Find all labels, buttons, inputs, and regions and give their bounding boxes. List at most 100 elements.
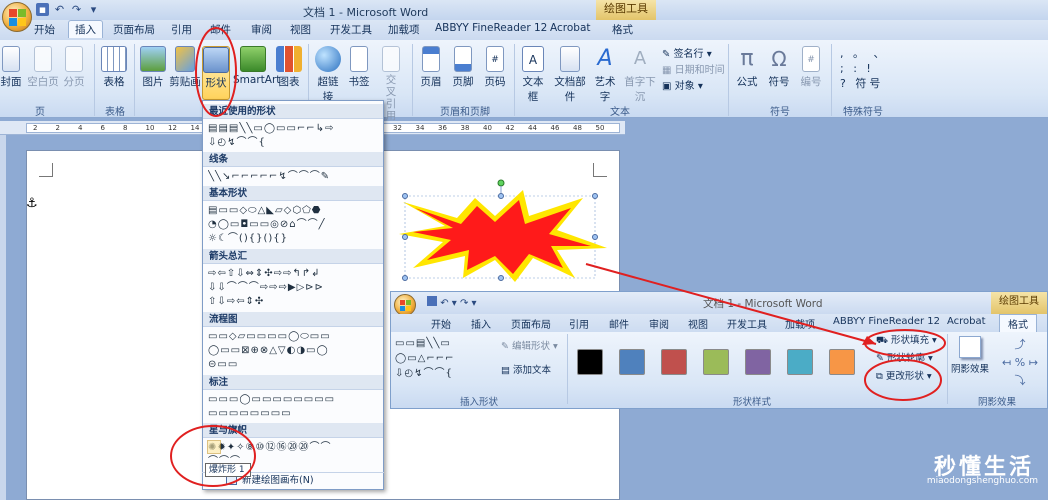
tab-developer[interactable]: 开发工具 bbox=[330, 22, 372, 37]
shape-row[interactable]: ⇩◴↯⌒⌒{ bbox=[208, 136, 380, 149]
shape-row[interactable]: ☼☾⌒(){}(){} bbox=[208, 232, 380, 245]
nudge-up-icon[interactable]: ⤴ bbox=[1015, 338, 1026, 351]
tab-format[interactable]: 格式 bbox=[612, 22, 633, 37]
resize-handle[interactable] bbox=[402, 193, 408, 199]
redo-icon[interactable]: ↷ bbox=[70, 3, 83, 16]
shape-outline-button[interactable]: ✎ 形状轮廓 ▾ bbox=[876, 350, 944, 368]
resize-handle[interactable] bbox=[402, 275, 408, 281]
inset-tab-review[interactable]: 审阅 bbox=[649, 316, 669, 331]
explosion-shape[interactable] bbox=[395, 178, 610, 283]
text-box-button[interactable]: A 文本框 bbox=[518, 46, 548, 104]
shape-fill-button[interactable]: ⛟ 形状填充 ▾ bbox=[876, 332, 944, 350]
add-text-button[interactable]: ▤ 添加文本 bbox=[501, 362, 551, 376]
shape-row[interactable]: ⇩⇩⌒⌒⌒⇨⇨⇨▶▷⊳⊳ bbox=[208, 281, 380, 294]
office-button[interactable] bbox=[2, 2, 32, 32]
shape-style-swatch[interactable] bbox=[577, 349, 603, 375]
undo-icon[interactable]: ↶ bbox=[53, 3, 66, 16]
shape-row[interactable]: ▭▭▭▭▭▭▭▭ bbox=[208, 407, 380, 420]
inset-tab-references[interactable]: 引用 bbox=[569, 316, 589, 331]
drop-cap-button[interactable]: A 首字下沉 bbox=[620, 46, 660, 104]
resize-handle[interactable] bbox=[498, 275, 504, 281]
tab-insert[interactable]: 插入 bbox=[68, 20, 103, 38]
date-time-button[interactable]: ▦ 日期和时间 bbox=[662, 61, 725, 76]
symbol-button[interactable]: Ω 符号 bbox=[765, 46, 793, 89]
shape-row[interactable]: ◯▭▭⊠⊕⊗△▽◐◑▭◯ bbox=[208, 344, 380, 357]
inset-tab-view[interactable]: 视图 bbox=[688, 316, 708, 331]
inset-tab-format[interactable]: 格式 bbox=[999, 314, 1037, 332]
chart-button[interactable]: 图表 bbox=[276, 46, 302, 89]
customize-icon[interactable]: ▾ bbox=[87, 3, 100, 16]
rotation-handle[interactable] bbox=[497, 179, 505, 187]
nudge-down-icon[interactable]: ⤵ bbox=[1015, 374, 1026, 387]
page-number-button[interactable]: # 页码 bbox=[482, 46, 508, 89]
redo-icon[interactable]: ↷ bbox=[460, 298, 468, 309]
save-icon[interactable]: ▪ bbox=[36, 3, 49, 16]
tab-home[interactable]: 开始 bbox=[34, 22, 55, 37]
shape-style-swatch[interactable] bbox=[619, 349, 645, 375]
resize-handle[interactable] bbox=[498, 193, 504, 199]
special-symbols-panel[interactable]: , 。 、 ; : ! ? 符号 bbox=[840, 46, 888, 91]
shape-row[interactable]: ⇨⇦⇧⇩⇔⇕✣⇨⇨↰↱↲ bbox=[208, 267, 380, 280]
header-button[interactable]: 页眉 bbox=[418, 46, 444, 89]
shape-row[interactable]: ▭▭▭◯▭▭▭▭▭▭▭▭ bbox=[208, 393, 380, 406]
object-button[interactable]: ▣ 对象 ▾ bbox=[662, 77, 703, 92]
wordart-button[interactable]: A 艺术字 bbox=[590, 46, 620, 104]
inset-office-button[interactable] bbox=[394, 294, 416, 316]
footer-button[interactable]: 页脚 bbox=[450, 46, 476, 89]
quick-parts-button[interactable]: 文档部件 bbox=[550, 46, 590, 104]
inset-tab-addins[interactable]: 加载项 bbox=[785, 316, 815, 331]
cover-page-button[interactable]: 封面 bbox=[0, 46, 22, 89]
shape-row[interactable]: ▤▭▭◇⬭△◣▱◇⬡⬠⬣ bbox=[208, 204, 380, 217]
shape-style-swatch[interactable] bbox=[661, 349, 687, 375]
inset-quick-access[interactable]: ↶ ▾ ↷ ▾ bbox=[427, 296, 477, 309]
tab-mailings[interactable]: 邮件 bbox=[210, 22, 231, 37]
shape-row[interactable]: ✺✹✦✧⑧⑩⑫⑯⑳⑳⌒⌒ bbox=[208, 441, 380, 454]
shadow-effects-button[interactable]: 阴影效果 bbox=[951, 336, 989, 375]
blank-page-button[interactable]: 空白页 bbox=[26, 46, 60, 89]
resize-handle[interactable] bbox=[402, 234, 408, 240]
shape-style-swatch[interactable] bbox=[703, 349, 729, 375]
inset-tab-acrobat[interactable]: Acrobat bbox=[947, 316, 986, 327]
bookmark-button[interactable]: 书签 bbox=[347, 46, 371, 89]
shape-row[interactable]: ╲╲↘⌐⌐⌐⌐⌐↯⌒⌒⌒✎ bbox=[208, 170, 380, 183]
nudge-right-icon[interactable]: ↦ bbox=[1029, 356, 1038, 369]
save-icon[interactable] bbox=[427, 296, 437, 306]
equation-button[interactable]: π 公式 bbox=[733, 46, 761, 89]
shape-row[interactable]: ▤▤▤╲╲▭◯▭▭⌐⌐↳⇨ bbox=[208, 122, 380, 135]
resize-handle[interactable] bbox=[592, 234, 598, 240]
inset-tab-home[interactable]: 开始 bbox=[431, 316, 451, 331]
inset-tab-developer[interactable]: 开发工具 bbox=[727, 316, 767, 331]
signature-line-button[interactable]: ✎ 签名行 ▾ bbox=[662, 45, 712, 60]
shape-row[interactable]: ⊝▭▭ bbox=[208, 358, 380, 371]
tab-review[interactable]: 审阅 bbox=[251, 22, 272, 37]
inset-tab-abbyy[interactable]: ABBYY FineReader 12 bbox=[833, 316, 940, 327]
hyperlink-button[interactable]: 超链接 bbox=[313, 46, 343, 104]
inset-tab-insert[interactable]: 插入 bbox=[471, 316, 491, 331]
page-break-button[interactable]: 分页 bbox=[62, 46, 86, 89]
toggle-shadow-icon[interactable]: % bbox=[1015, 356, 1025, 369]
inset-tab-mailings[interactable]: 邮件 bbox=[609, 316, 629, 331]
shape-row[interactable]: ⇧⇩⇨⇦⇕✣ bbox=[208, 295, 380, 308]
tab-acrobat[interactable]: Acrobat bbox=[550, 22, 591, 34]
resize-handle[interactable] bbox=[592, 193, 598, 199]
shape-style-swatch[interactable] bbox=[745, 349, 771, 375]
undo-icon[interactable]: ↶ bbox=[440, 298, 448, 309]
tab-addins[interactable]: 加载项 bbox=[388, 22, 420, 37]
table-button[interactable]: 表格 bbox=[100, 46, 128, 89]
shape-style-swatch[interactable] bbox=[829, 349, 855, 375]
shadow-nudge-controls[interactable]: ⤴ ↤ % ↦ ⤵ bbox=[995, 336, 1045, 390]
edit-shape-button[interactable]: ✎ 编辑形状 ▾ bbox=[501, 338, 558, 352]
shapes-button[interactable]: 形状 bbox=[202, 46, 230, 100]
tab-page-layout[interactable]: 页面布局 bbox=[113, 22, 155, 37]
shape-row[interactable]: ▭▭◇▱▭▭▭▭◯⬭▭▭ bbox=[208, 330, 380, 343]
inset-tab-page-layout[interactable]: 页面布局 bbox=[511, 316, 551, 331]
picture-button[interactable]: 图片 bbox=[140, 46, 166, 89]
clip-art-button[interactable]: 剪贴画 bbox=[168, 46, 202, 89]
numbering-button[interactable]: # 编号 bbox=[797, 46, 825, 89]
shape-style-swatch[interactable] bbox=[787, 349, 813, 375]
shape-row[interactable]: ◔◯▭◘▭▭◎⊘⌂⌒⌒╱ bbox=[208, 218, 380, 231]
explosion-1-shape-option[interactable] bbox=[207, 440, 221, 454]
insert-shapes-gallery[interactable]: ▭▭▤╲╲▭ ◯▭△⌐⌐⌐ ⇩◴↯⌒⌒{ bbox=[395, 336, 495, 381]
nudge-left-icon[interactable]: ↤ bbox=[1002, 356, 1011, 369]
change-shape-button[interactable]: ⧉ 更改形状 ▾ bbox=[876, 368, 944, 386]
